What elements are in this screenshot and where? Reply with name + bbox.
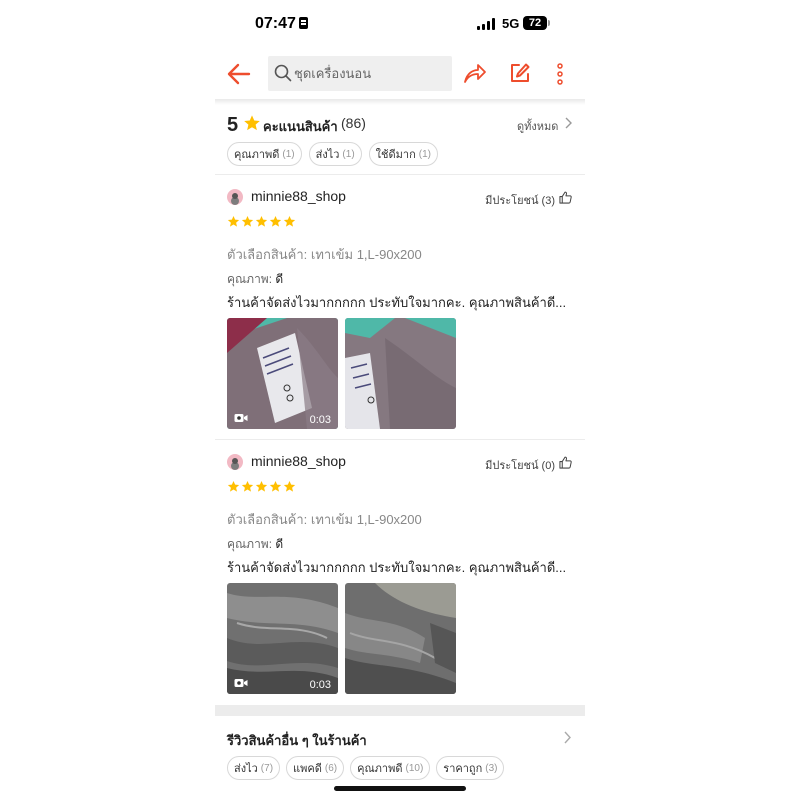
filter-tag[interactable]: ราคาถูก (3)	[436, 756, 505, 780]
status-time-text: 07:47	[255, 15, 296, 32]
star-icon	[255, 215, 268, 227]
tag-label: คุณภาพดี	[234, 149, 280, 161]
star-icon	[241, 215, 254, 227]
video-duration: 0:03	[309, 679, 331, 691]
phone-screen: 07:47 5G 72 5 คะแนนสินค้า (86) ดูทั้งหมด	[215, 0, 585, 800]
star-icon	[227, 480, 240, 492]
search-input[interactable]	[294, 56, 444, 91]
filter-tag[interactable]: แพคดี (6)	[286, 756, 345, 780]
tag-count: (7)	[260, 762, 274, 774]
status-time: 07:47	[255, 15, 308, 33]
chevron-right-icon[interactable]	[563, 731, 571, 744]
filter-tag[interactable]: ส่งไว (7)	[227, 756, 281, 780]
review-photo[interactable]	[345, 318, 456, 429]
filter-tag[interactable]: คุณภาพดี (10)	[350, 756, 431, 780]
video-thumbnail[interactable]: 0:03	[227, 318, 338, 429]
variant-text: ตัวเลือกสินค้า: เทาเข้ม 1,L-90x200	[227, 512, 422, 527]
tag-label: ส่งไว	[234, 763, 258, 775]
thumbs-up-icon[interactable]	[559, 456, 572, 469]
star-icon	[244, 115, 260, 131]
video-camera-icon	[234, 679, 248, 687]
tag-count: (1)	[418, 148, 431, 160]
filter-tag[interactable]: ใช้ดีมาก (1)	[368, 142, 438, 166]
nav-shadow	[215, 99, 585, 105]
search-bar[interactable]	[268, 56, 452, 91]
filter-tag[interactable]: คุณภาพดี (1)	[227, 142, 302, 166]
star-icon	[255, 480, 268, 492]
rating-count: (86)	[341, 115, 366, 131]
battery-tip	[548, 20, 550, 26]
rating-score: 5	[227, 114, 239, 136]
avatar[interactable]	[227, 454, 243, 470]
video-duration: 0:03	[309, 414, 331, 426]
quality-value: ดี	[275, 537, 284, 551]
search-icon	[274, 64, 292, 82]
review-username[interactable]: minnie88_shop	[251, 188, 346, 204]
rating-label: คะแนนสินค้า	[263, 119, 338, 134]
see-all-link[interactable]: ดูทั้งหมด	[517, 117, 558, 135]
video-camera-icon	[234, 414, 248, 422]
tag-label: ราคาถูก	[443, 763, 483, 775]
signal-icon	[477, 18, 497, 30]
quality-row: คุณภาพ: ดี	[227, 270, 283, 289]
review-photo-image	[345, 583, 456, 694]
star-icon	[283, 480, 296, 492]
tag-count: (6)	[324, 762, 338, 774]
video-thumbnail[interactable]: 0:03	[227, 583, 338, 694]
quality-value: ดี	[275, 272, 284, 286]
variant-text: ตัวเลือกสินค้า: เทาเข้ม 1,L-90x200	[227, 247, 422, 262]
id-card-icon	[298, 17, 308, 29]
star-icon	[241, 480, 254, 492]
other-reviews-title[interactable]: รีวิวสินค้าอื่น ๆ ในร้านค้า	[227, 730, 367, 751]
review-card: minnie88_shop มีประโยชน์ (0) ตัวเลือกสิน…	[215, 440, 585, 705]
tag-count: (1)	[342, 148, 355, 160]
thumbs-up-icon[interactable]	[559, 191, 572, 204]
more-vertical-icon[interactable]	[553, 62, 567, 86]
review-comment[interactable]: ร้านค้าจัดส่งไวมากกกกก ประทับใจมากคะ. คุ…	[227, 557, 577, 578]
tag-label: ใช้ดีมาก	[375, 149, 416, 161]
helpful-count[interactable]: มีประโยชน์ (0)	[485, 456, 555, 474]
arrow-left-icon[interactable]	[225, 60, 253, 88]
avatar[interactable]	[227, 189, 243, 205]
quality-label: คุณภาพ:	[227, 272, 273, 286]
review-username[interactable]: minnie88_shop	[251, 453, 346, 469]
battery-icon: 72	[523, 16, 547, 30]
tag-label: แพคดี	[293, 763, 322, 775]
filter-tag[interactable]: ส่งไว (1)	[308, 142, 362, 166]
quality-row: คุณภาพ: ดี	[227, 535, 283, 554]
tag-count: (3)	[485, 762, 498, 774]
section-separator	[215, 705, 585, 716]
tag-count: (10)	[405, 762, 424, 774]
review-photo[interactable]	[345, 583, 456, 694]
helpful-count[interactable]: มีประโยชน์ (3)	[485, 191, 555, 209]
star-icon	[269, 480, 282, 492]
other-reviews-tags: ส่งไว (7) แพคดี (6) คุณภาพดี (10) ราคาถูก (3…	[227, 756, 505, 780]
rating-tags: คุณภาพดี (1) ส่งไว (1) ใช้ดีมาก (1)	[227, 142, 438, 166]
chevron-right-icon[interactable]	[564, 117, 572, 129]
star-icon	[227, 215, 240, 227]
star-rating	[227, 480, 296, 493]
star-icon	[269, 215, 282, 227]
review-photo-image	[345, 318, 456, 429]
tag-label: คุณภาพดี	[357, 763, 403, 775]
review-comment[interactable]: ร้านค้าจัดส่งไวมากกกกก ประทับใจมากคะ. คุ…	[227, 292, 577, 313]
page: { "status_bar": { "time": "07:47", "netw…	[0, 0, 800, 800]
home-indicator[interactable]	[334, 786, 466, 791]
tag-label: ส่งไว	[315, 149, 340, 161]
quality-label: คุณภาพ:	[227, 537, 273, 551]
tag-count: (1)	[282, 148, 295, 160]
edit-icon[interactable]	[509, 62, 531, 84]
star-rating	[227, 215, 296, 228]
review-card: minnie88_shop มีประโยชน์ (3) ตัวเลือกสิน…	[215, 175, 585, 440]
network-type: 5G	[502, 16, 520, 31]
star-icon	[283, 215, 296, 227]
share-icon[interactable]	[463, 61, 487, 85]
